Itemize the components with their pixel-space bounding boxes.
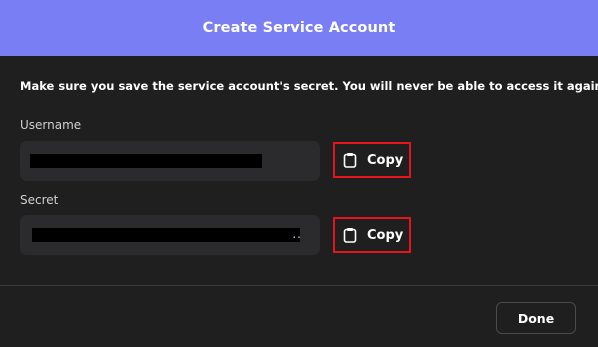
secret-label: Secret [20,193,59,207]
create-service-account-dialog: Create Service Account Make sure you sav… [0,0,598,347]
username-field[interactable] [20,141,320,181]
username-redaction [30,154,262,168]
done-button[interactable]: Done [496,302,576,334]
copy-secret-label: Copy [367,227,404,243]
copy-secret-button[interactable]: Copy [333,217,411,253]
secret-field[interactable]: .. [20,215,320,255]
dialog-title: Create Service Account [202,20,396,36]
copy-username-label: Copy [367,152,404,168]
secret-truncation: .. [292,227,302,241]
copy-username-button[interactable]: Copy [333,142,411,178]
clipboard-icon [343,227,357,243]
secret-redaction [32,228,300,242]
clipboard-icon [343,152,357,168]
dialog-header: Create Service Account [0,0,598,56]
footer-divider [0,285,598,286]
username-label: Username [20,118,82,132]
secret-warning-text: Make sure you save the service account's… [20,79,598,93]
